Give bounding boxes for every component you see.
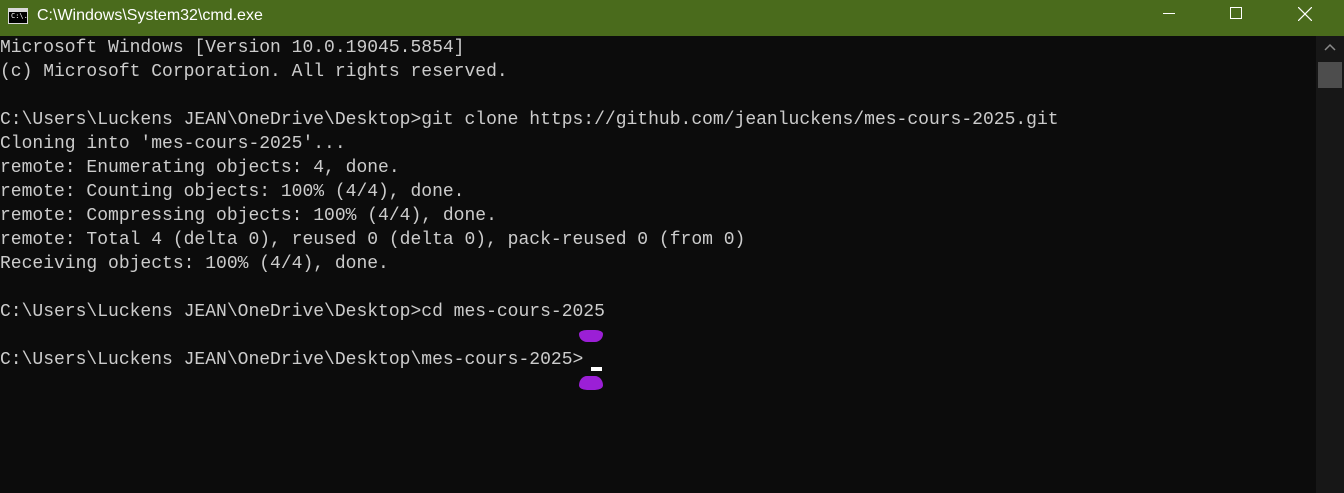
title-bar[interactable]: C:\. C:\Windows\System32\cmd.exe <box>0 0 1344 36</box>
console-line: C:\Users\Luckens JEAN\OneDrive\Desktop>g… <box>0 110 1059 130</box>
console-line: Microsoft Windows [Version 10.0.19045.58… <box>0 38 465 58</box>
scroll-thumb[interactable] <box>1318 62 1342 88</box>
console-line: Receiving objects: 100% (4/4), done. <box>0 254 389 274</box>
close-button[interactable] <box>1281 0 1327 30</box>
console-prompt-line: C:\Users\Luckens JEAN\OneDrive\Desktop\m… <box>0 350 584 370</box>
cursor-marker-bottom <box>579 376 603 390</box>
minimize-icon <box>1163 13 1175 14</box>
text-cursor <box>591 367 602 371</box>
cmd-icon[interactable]: C:\. <box>8 8 28 24</box>
console-line: C:\Users\Luckens JEAN\OneDrive\Desktop>c… <box>0 302 605 322</box>
console-line: remote: Total 4 (delta 0), reused 0 (del… <box>0 230 746 250</box>
scroll-up-button[interactable] <box>1316 36 1344 60</box>
console-line: (c) Microsoft Corporation. All rights re… <box>0 62 508 82</box>
maximize-button[interactable] <box>1214 0 1260 30</box>
window-title: C:\Windows\System32\cmd.exe <box>37 7 263 24</box>
console-output[interactable]: Microsoft Windows [Version 10.0.19045.58… <box>0 36 1316 493</box>
console-line: remote: Enumerating objects: 4, done. <box>0 158 400 178</box>
console-line: Cloning into 'mes-cours-2025'... <box>0 134 346 154</box>
cmd-window: C:\. C:\Windows\System32\cmd.exe Microso… <box>0 0 1344 493</box>
console-line: remote: Compressing objects: 100% (4/4),… <box>0 206 497 226</box>
cursor-marker-top <box>579 330 603 342</box>
minimize-button[interactable] <box>1146 0 1192 30</box>
console-line: remote: Counting objects: 100% (4/4), do… <box>0 182 465 202</box>
cmd-icon-glyph: C:\. <box>11 12 28 20</box>
close-icon <box>1298 7 1312 21</box>
scroll-up-arrow-icon <box>1324 43 1336 51</box>
maximize-icon <box>1230 7 1242 19</box>
vertical-scrollbar[interactable] <box>1316 36 1344 493</box>
